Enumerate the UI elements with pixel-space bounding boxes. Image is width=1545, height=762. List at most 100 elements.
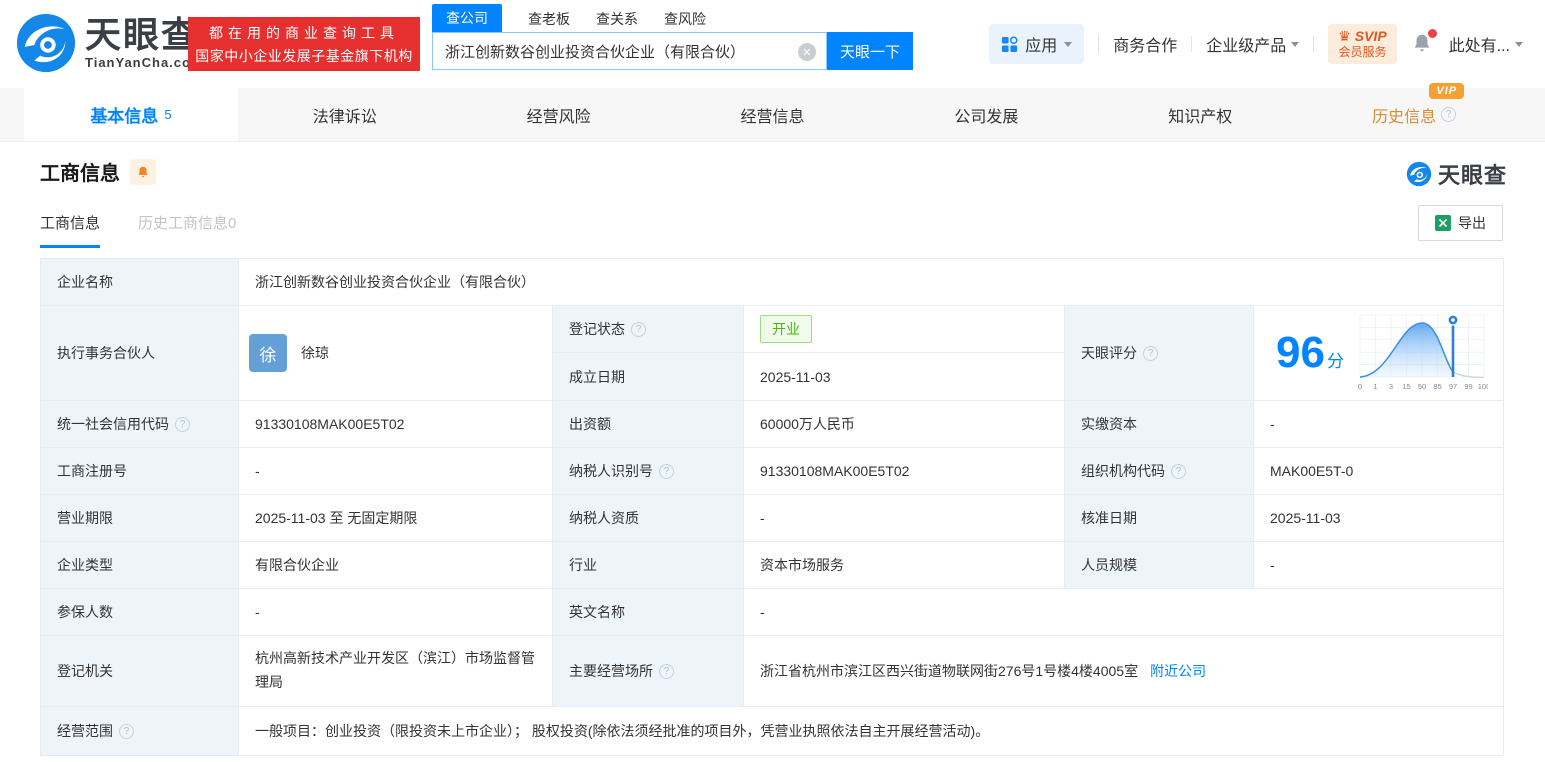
divider (1191, 36, 1193, 52)
status-badge: 开业 (760, 315, 812, 343)
help-icon[interactable]: ? (119, 723, 134, 739)
subtab-history-business-info[interactable]: 历史工商信息0 (138, 212, 236, 248)
search-tab-boss[interactable]: 查老板 (528, 9, 570, 32)
tianyancha-company-page: 天眼查 TianYanCha.com 都在用的商业查询工具 国家中小企业发展子基… (0, 0, 1545, 762)
tab-basic-info[interactable]: 基本信息 5 (24, 88, 238, 141)
field-label-english-name: 英文名称 (553, 589, 744, 636)
svg-text:3: 3 (1389, 382, 1393, 391)
section-head: 工商信息 (40, 157, 156, 186)
company-nav: 基本信息 5 法律诉讼 经营风险 经营信息 公司发展 知识产权 历史信息 VIP… (0, 82, 1545, 142)
field-value-registration-number: - (239, 448, 553, 495)
tianyancha-logo-icon (16, 13, 76, 73)
tab-operation-info[interactable]: 经营信息 (666, 88, 880, 141)
field-label-staff-size: 人员规模 (1065, 542, 1254, 589)
notifications-bell-button[interactable] (1411, 29, 1437, 56)
field-label-established-date: 成立日期 (553, 353, 744, 401)
svg-text:100: 100 (1478, 382, 1488, 391)
field-label-credit-code: 统一社会信用代码? (41, 401, 239, 448)
partner-name-link[interactable]: 徐琼 (301, 343, 329, 363)
user-name: 此处有... (1448, 38, 1510, 55)
field-label-taxpayer-quality: 纳税人资质 (553, 495, 744, 542)
field-label-industry: 行业 (553, 542, 744, 589)
field-value-registration-authority: 杭州高新技术产业开发区（滨江）市场监督管理局 (239, 636, 553, 707)
svip-member-button[interactable]: ♛ SVIP 会员服务 (1328, 24, 1397, 64)
tianyancha-watermark-icon (1406, 161, 1432, 187)
svg-text:0: 0 (1358, 382, 1362, 391)
enterprise-products-link[interactable]: 企业级产品 (1206, 32, 1300, 56)
tab-intellectual-property[interactable]: 知识产权 (1093, 88, 1307, 141)
logo-text: 天眼查 TianYanCha.com (85, 16, 204, 70)
field-value-insured-count: - (239, 589, 553, 636)
field-value-credit-code: 91330108MAK00E5T02 (239, 401, 553, 448)
chevron-down-icon (1064, 41, 1073, 47)
search-tab-company[interactable]: 查公司 (432, 4, 502, 32)
user-menu[interactable]: 此处有... (1449, 32, 1523, 56)
field-value-business-scope: 一般项目：创业投资（限投资未上市企业）； 股权投资(除依法须经批准的项目外，凭营… (239, 707, 1504, 756)
svg-text:85: 85 (1433, 382, 1441, 391)
tab-legal-litigation[interactable]: 法律诉讼 (238, 88, 452, 141)
brand-slogan-banner: 都在用的商业查询工具 国家中小企业发展子基金旗下机构 (188, 17, 420, 71)
slogan-line1: 都在用的商业查询工具 (209, 24, 399, 41)
field-value-executive-partner: 徐 徐琼 (239, 306, 553, 401)
header-right: 应用 商务合作 企业级产品 ♛ SVIP 会员服务 此处有... (989, 24, 1523, 64)
search-button[interactable]: 天眼一下 (827, 32, 913, 70)
cooperation-link[interactable]: 商务合作 (1113, 32, 1177, 56)
svip-line1: ♛ SVIP (1338, 28, 1387, 45)
field-label-org-code: 组织机构代码? (1065, 448, 1254, 495)
tab-basic-info-label: 基本信息 (90, 107, 159, 126)
field-value-company-type: 有限合伙企业 (239, 542, 553, 589)
tab-operation-risk[interactable]: 经营风险 (452, 88, 666, 141)
tab-company-development[interactable]: 公司发展 (879, 88, 1093, 141)
search-area: 查公司 查老板 查关系 查风险 ✕ 天眼一下 (432, 4, 913, 70)
tianyancha-logo[interactable]: 天眼查 TianYanCha.com (15, 12, 204, 74)
subtab-business-info[interactable]: 工商信息 (40, 212, 101, 248)
field-label-business-term: 营业期限 (41, 495, 239, 542)
field-value-business-term: 2025-11-03 至 无固定期限 (239, 495, 553, 542)
field-value-staff-size: - (1254, 542, 1504, 589)
apps-menu-button[interactable]: 应用 (989, 24, 1085, 64)
crown-icon: ♛ (1338, 28, 1351, 45)
export-button[interactable]: 导出 (1418, 205, 1503, 241)
help-icon[interactable]: ? (631, 321, 646, 337)
partner-avatar[interactable]: 徐 (249, 334, 287, 372)
field-label-approval-date: 核准日期 (1065, 495, 1254, 542)
divider (1098, 36, 1100, 52)
help-icon[interactable]: ? (175, 416, 190, 432)
help-icon[interactable]: ? (659, 463, 674, 479)
watermark-text: 天眼查 (1437, 163, 1507, 188)
apps-label: 应用 (1025, 38, 1058, 55)
export-label: 导出 (1458, 215, 1486, 231)
field-value-org-code: MAK00E5T-0 (1254, 448, 1504, 495)
header: 天眼查 TianYanCha.com 都在用的商业查询工具 国家中小企业发展子基… (0, 0, 1545, 88)
help-icon[interactable]: ? (1441, 107, 1457, 122)
help-icon[interactable]: ? (659, 663, 674, 679)
field-label-registration-status: 登记状态? (553, 306, 744, 353)
logo-domain: TianYanCha.com (85, 54, 204, 70)
help-icon[interactable]: ? (1143, 345, 1158, 361)
field-value-company-name: 浙江创新数谷创业投资合伙企业（有限合伙） (239, 259, 1504, 306)
field-label-taxpayer-id: 纳税人识别号? (553, 448, 744, 495)
search-input[interactable] (433, 33, 826, 69)
field-value-paid-capital: - (1254, 401, 1504, 448)
help-icon[interactable]: ? (1171, 463, 1186, 479)
field-label-registration-number: 工商注册号 (41, 448, 239, 495)
svg-text:97: 97 (1449, 382, 1457, 391)
field-value-registration-status: 开业 (744, 306, 1065, 353)
clear-icon[interactable]: ✕ (798, 43, 816, 61)
score-distribution-chart: 0 1 3 15 50 85 97 99 100 (1358, 314, 1488, 391)
field-label-company-name: 企业名称 (41, 259, 239, 306)
tab-history-info[interactable]: 历史信息 VIP ? (1307, 82, 1521, 141)
field-value-established-date: 2025-11-03 (744, 353, 1065, 401)
field-label-business-scope: 经营范围? (41, 707, 239, 756)
search-tab-relation[interactable]: 查关系 (596, 9, 638, 32)
field-label-registration-authority: 登记机关 (41, 636, 239, 707)
search-tab-risk[interactable]: 查风险 (664, 9, 706, 32)
chevron-down-icon (1515, 41, 1523, 47)
nearby-companies-link[interactable]: 附近公司 (1150, 661, 1206, 681)
excel-icon (1435, 215, 1451, 231)
svg-text:99: 99 (1464, 382, 1472, 391)
monitor-bell-button[interactable] (130, 158, 156, 185)
field-label-executive-partner: 执行事务合伙人 (41, 306, 239, 401)
enterprise-products-label: 企业级产品 (1206, 38, 1287, 55)
svg-text:1: 1 (1373, 382, 1377, 391)
